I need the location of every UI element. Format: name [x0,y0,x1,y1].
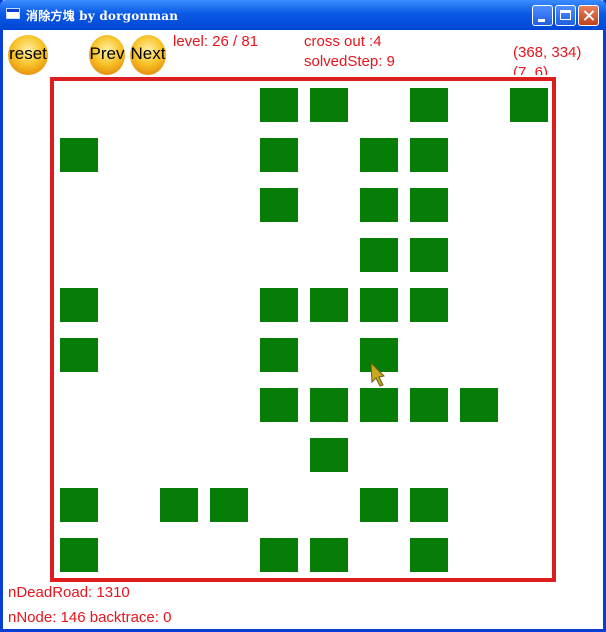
board-block[interactable] [310,288,348,322]
board-block[interactable] [60,538,98,572]
board-block[interactable] [260,188,298,222]
board-block[interactable] [360,388,398,422]
board-block[interactable] [410,488,448,522]
board-block[interactable] [310,538,348,572]
board-block[interactable] [460,388,498,422]
board-block[interactable] [360,188,398,222]
board-block[interactable] [60,488,98,522]
board-block[interactable] [310,438,348,472]
board-block[interactable] [410,188,448,222]
board-block[interactable] [410,238,448,272]
board-block[interactable] [360,288,398,322]
board-cells [60,88,548,572]
board-block[interactable] [260,338,298,372]
board-block[interactable] [210,488,248,522]
board-block[interactable] [60,338,98,372]
board-block[interactable] [410,138,448,172]
board-block[interactable] [410,538,448,572]
board-block[interactable] [360,238,398,272]
board-block[interactable] [260,88,298,122]
board-block[interactable] [360,488,398,522]
board-block[interactable] [410,388,448,422]
board-block[interactable] [410,88,448,122]
board-block[interactable] [160,488,198,522]
board-block[interactable] [360,338,398,372]
board-block[interactable] [260,388,298,422]
board-block[interactable] [60,288,98,322]
board-block[interactable] [410,288,448,322]
board-block[interactable] [260,288,298,322]
board-block[interactable] [60,138,98,172]
board-block[interactable] [260,538,298,572]
board-block[interactable] [310,88,348,122]
board-block[interactable] [260,138,298,172]
board-border [50,77,556,582]
game-board[interactable] [0,0,606,632]
board-block[interactable] [310,388,348,422]
board-block[interactable] [510,88,548,122]
board-block[interactable] [360,138,398,172]
